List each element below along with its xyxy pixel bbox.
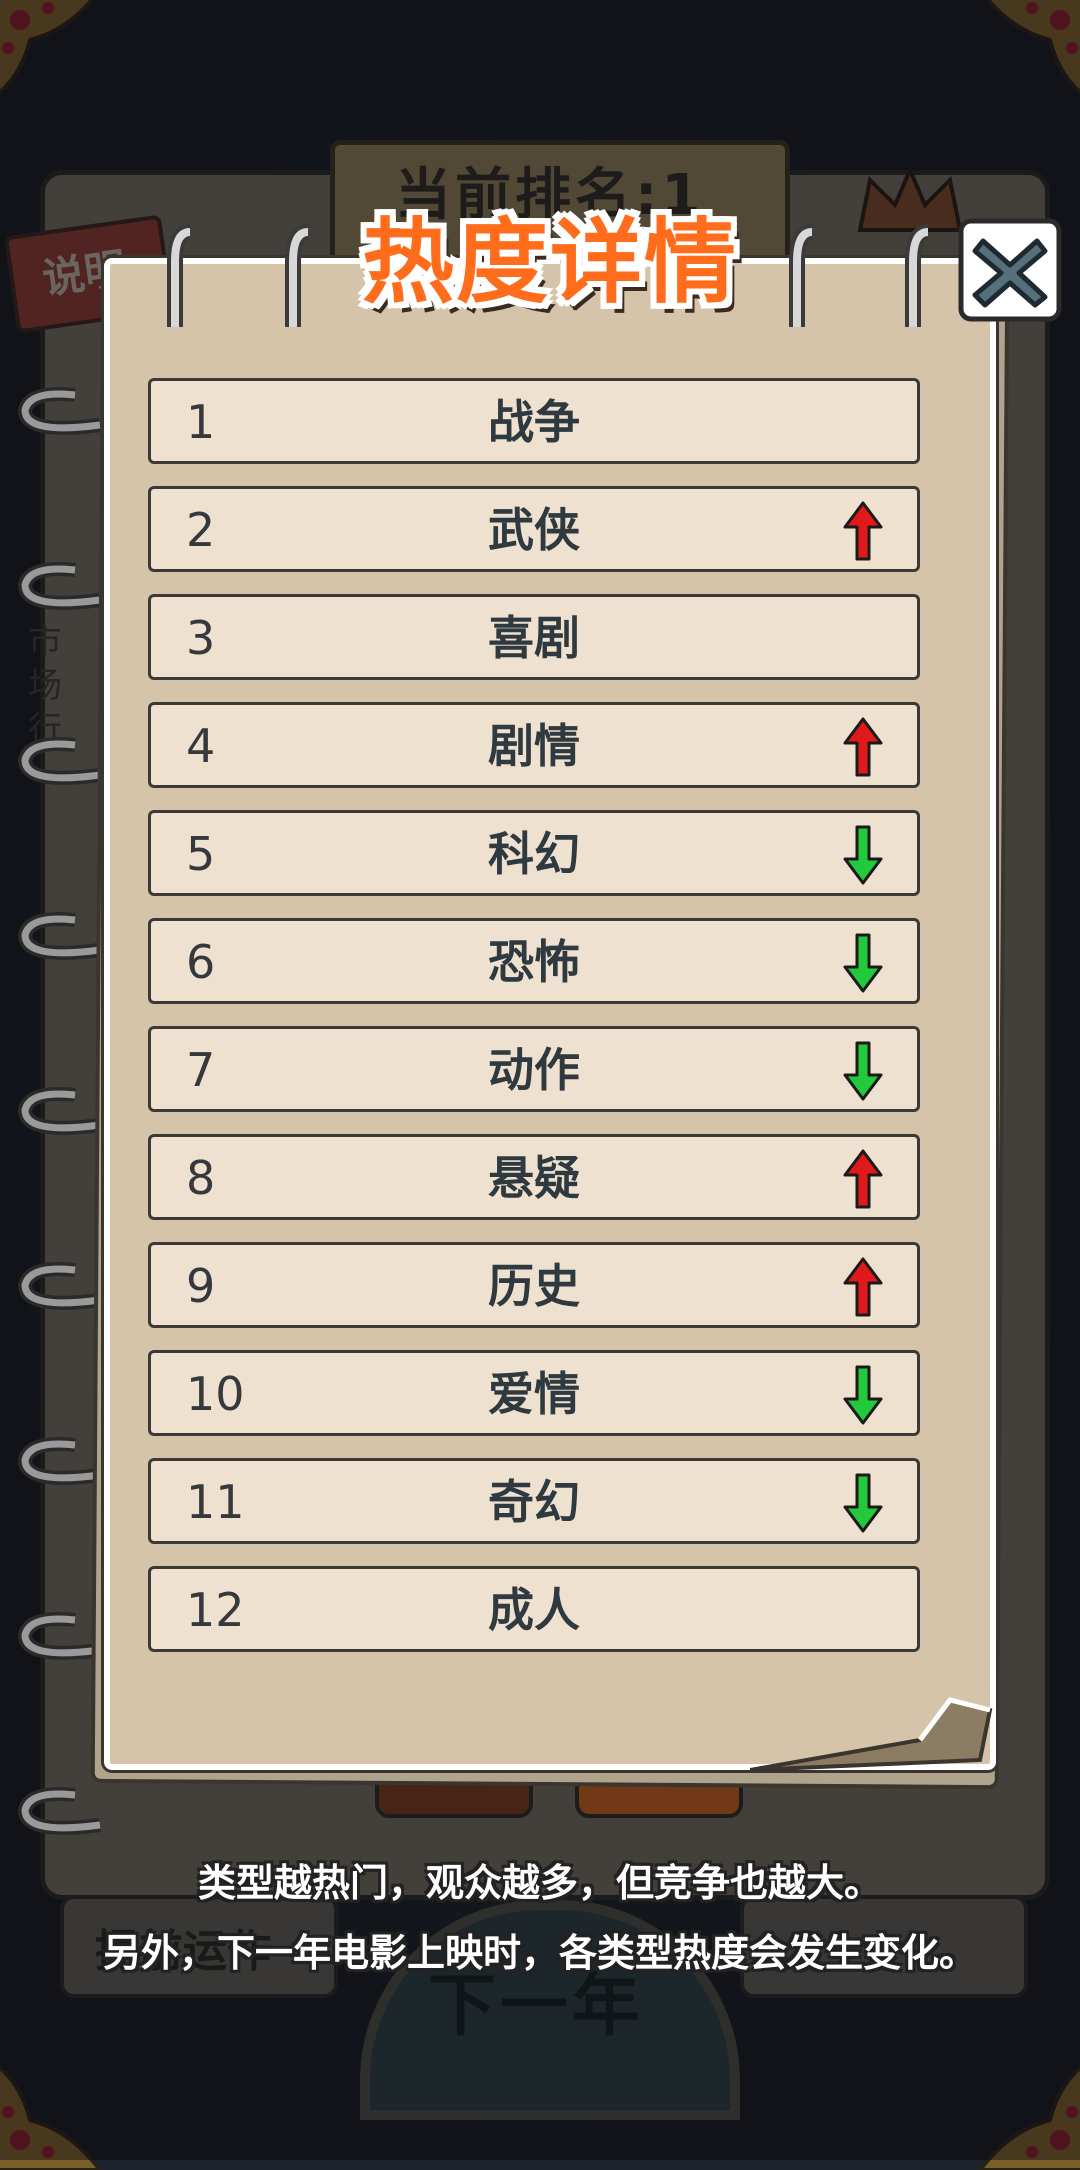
genre-name: 战争 xyxy=(488,395,580,449)
hint-line-1: 类型越热门，观众越多，但竞争也越大。 xyxy=(197,1861,882,1905)
spiral-ring xyxy=(15,385,105,445)
spiral-ring xyxy=(15,1785,105,1845)
trend-up-arrow-icon xyxy=(841,1147,885,1211)
close-x-icon xyxy=(958,218,1062,322)
genre-name: 爱情 xyxy=(488,1367,580,1421)
genre-name: 武侠 xyxy=(488,503,580,557)
trend-up-arrow-icon xyxy=(841,1255,885,1319)
genre-name: 恐怖 xyxy=(488,935,580,989)
spiral-ring xyxy=(15,1260,105,1320)
spiral-ring xyxy=(15,910,105,970)
genre-name: 动作 xyxy=(488,1043,580,1097)
dialog-title: 热度详情 xyxy=(361,209,738,316)
genre-name: 剧情 xyxy=(488,719,580,773)
genre-name: 科幻 xyxy=(488,827,580,881)
genre-name: 历史 xyxy=(488,1259,580,1313)
genre-row: 5 科幻 xyxy=(148,810,920,896)
genre-row: 3 喜剧 xyxy=(148,594,920,680)
binder-ring xyxy=(888,222,938,332)
genre-row: 9 历史 xyxy=(148,1242,920,1328)
spiral-ring xyxy=(15,560,105,620)
genre-row: 12 成人 xyxy=(148,1566,920,1652)
spiral-ring xyxy=(15,1085,105,1145)
binder-ring xyxy=(268,222,318,332)
trend-down-arrow-icon xyxy=(841,1039,885,1103)
hint-line-2: 另外，下一年电影上映时，各类型热度会发生变化。 xyxy=(102,1931,977,1975)
genre-name: 成人 xyxy=(488,1583,580,1637)
genre-row: 11 奇幻 xyxy=(148,1458,920,1544)
trend-up-arrow-icon xyxy=(841,499,885,563)
genre-name: 喜剧 xyxy=(488,611,580,665)
genre-row: 4 剧情 xyxy=(148,702,920,788)
genre-row: 2 武侠 xyxy=(148,486,920,572)
trend-down-arrow-icon xyxy=(841,1471,885,1535)
genre-row: 7 动作 xyxy=(148,1026,920,1112)
genre-name: 奇幻 xyxy=(488,1475,580,1529)
trend-up-arrow-icon xyxy=(841,715,885,779)
trend-down-arrow-icon xyxy=(841,1363,885,1427)
genre-row: 1 战争 xyxy=(148,378,920,464)
trend-down-arrow-icon xyxy=(841,823,885,887)
close-button[interactable] xyxy=(955,215,1065,325)
binder-ring xyxy=(150,222,200,332)
genre-row: 6 恐怖 xyxy=(148,918,920,1004)
genre-heat-list: 1 战争 2 武侠 3 喜剧 4 剧情 5 科幻 6 恐怖 7 动作 8 悬疑 9 历史 10 爱情 11 奇幻 12 成人 xyxy=(148,378,920,1674)
trend-down-arrow-icon xyxy=(841,931,885,995)
genre-name: 悬疑 xyxy=(488,1151,580,1205)
binder-ring xyxy=(772,222,822,332)
genre-row: 10 爱情 xyxy=(148,1350,920,1436)
spiral-ring xyxy=(15,1435,105,1495)
spiral-ring xyxy=(15,735,105,795)
genre-row: 8 悬疑 xyxy=(148,1134,920,1220)
